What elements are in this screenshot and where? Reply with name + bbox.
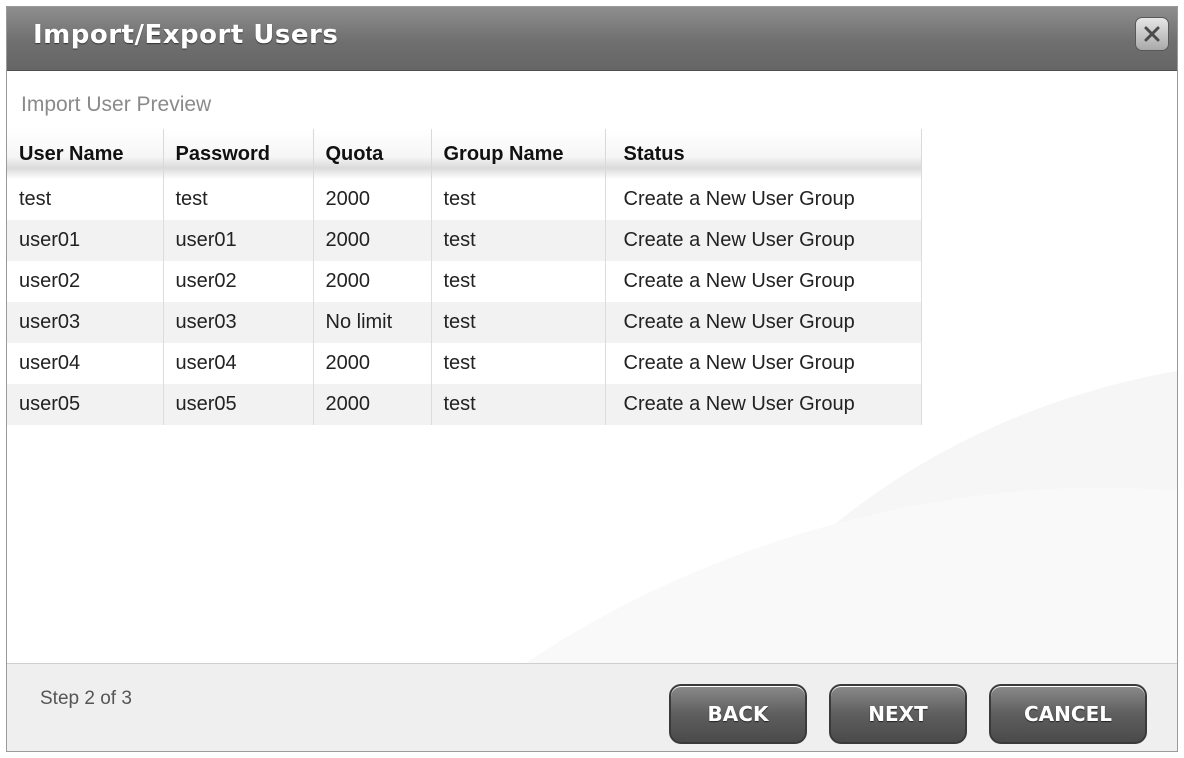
table-header-row: User Name Password Quota Group Name Stat… [7, 129, 922, 179]
cell-group-name: test [431, 179, 606, 220]
cell-quota: 2000 [313, 384, 432, 425]
cell-quota: No limit [313, 302, 432, 343]
cell-group-name: test [431, 261, 606, 302]
cell-group-name: test [431, 220, 606, 261]
table-row[interactable]: user04 user04 2000 test Create a New Use… [7, 343, 922, 384]
import-export-dialog: Import/Export Users Import User Preview … [6, 6, 1178, 752]
cell-user-name: test [7, 179, 164, 220]
cell-user-name: user03 [7, 302, 164, 343]
cell-group-name: test [431, 302, 606, 343]
close-button[interactable] [1135, 17, 1169, 51]
column-header-group-name[interactable]: Group Name [431, 129, 606, 179]
next-button[interactable]: NEXT [829, 684, 967, 744]
dialog-footer: Step 2 of 3 BACK NEXT CANCEL [7, 663, 1177, 751]
cell-user-name: user05 [7, 384, 164, 425]
cell-password: user02 [163, 261, 314, 302]
back-button[interactable]: BACK [669, 684, 807, 744]
cell-group-name: test [431, 343, 606, 384]
cell-group-name: test [431, 384, 606, 425]
cell-user-name: user02 [7, 261, 164, 302]
cell-password: user04 [163, 343, 314, 384]
cell-status: Create a New User Group [605, 179, 922, 220]
column-header-password[interactable]: Password [163, 129, 314, 179]
table-row[interactable]: test test 2000 test Create a New User Gr… [7, 179, 922, 220]
dialog-content: Import User Preview User Name Password Q… [7, 71, 1177, 663]
cell-password: test [163, 179, 314, 220]
column-header-quota[interactable]: Quota [313, 129, 432, 179]
cell-status: Create a New User Group [605, 302, 922, 343]
table-row[interactable]: user05 user05 2000 test Create a New Use… [7, 384, 922, 425]
cell-status: Create a New User Group [605, 384, 922, 425]
cell-status: Create a New User Group [605, 261, 922, 302]
column-header-user-name[interactable]: User Name [7, 129, 164, 179]
cell-password: user05 [163, 384, 314, 425]
cell-password: user03 [163, 302, 314, 343]
cell-quota: 2000 [313, 220, 432, 261]
cancel-button[interactable]: CANCEL [989, 684, 1147, 744]
cell-user-name: user04 [7, 343, 164, 384]
cell-user-name: user01 [7, 220, 164, 261]
step-indicator: Step 2 of 3 [40, 688, 132, 709]
table-row[interactable]: user03 user03 No limit test Create a New… [7, 302, 922, 343]
cell-status: Create a New User Group [605, 220, 922, 261]
dialog-titlebar: Import/Export Users [7, 7, 1177, 71]
import-preview-table: User Name Password Quota Group Name Stat… [7, 129, 922, 425]
table-row[interactable]: user01 user01 2000 test Create a New Use… [7, 220, 922, 261]
import-preview-subtitle: Import User Preview [21, 93, 212, 116]
cell-quota: 2000 [313, 261, 432, 302]
table-row[interactable]: user02 user02 2000 test Create a New Use… [7, 261, 922, 302]
cell-status: Create a New User Group [605, 343, 922, 384]
cell-quota: 2000 [313, 343, 432, 384]
cell-quota: 2000 [313, 179, 432, 220]
dialog-title: Import/Export Users [33, 20, 339, 50]
cell-password: user01 [163, 220, 314, 261]
close-icon [1144, 26, 1160, 42]
column-header-status[interactable]: Status [605, 129, 922, 179]
